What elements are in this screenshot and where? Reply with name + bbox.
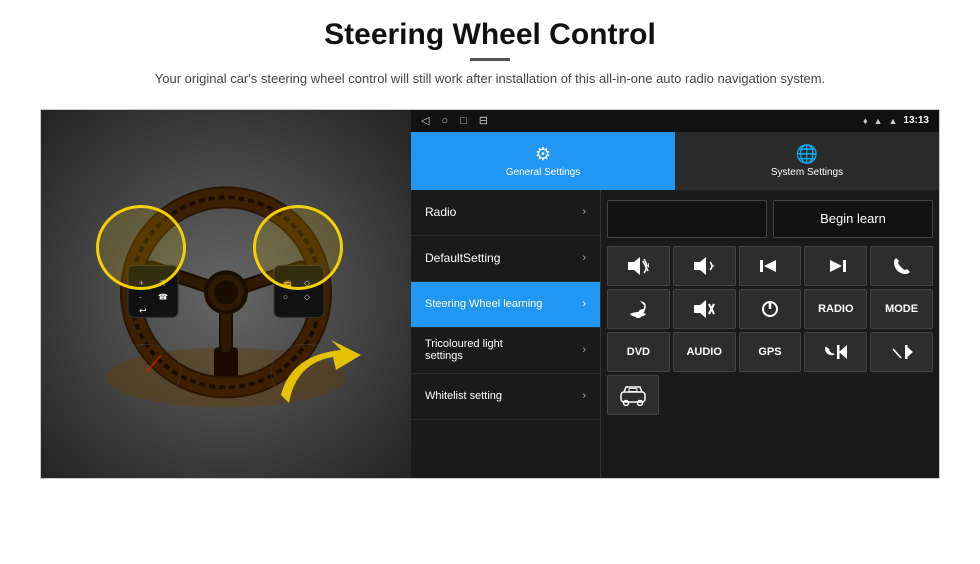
radio-empty-box [607, 200, 767, 238]
signal-icon: ▲ [874, 116, 883, 126]
home-icon[interactable]: ○ [441, 115, 448, 127]
menu-whitelist-label: Whitelist setting [425, 390, 502, 402]
menu-item-steering[interactable]: Steering Wheel learning › [411, 282, 600, 328]
controls-row-2: RADIO MODE [607, 289, 933, 329]
chevron-tricolour: › [582, 344, 586, 356]
svg-text:◇: ◇ [304, 292, 311, 301]
audio-button[interactable]: AUDIO [673, 332, 736, 372]
controls-grid: + - [607, 246, 933, 415]
globe-icon: 🌐 [796, 144, 818, 165]
arrow-overlay [271, 335, 371, 420]
svg-text:↩: ↩ [139, 305, 147, 315]
menu-steering-label: Steering Wheel learning [425, 298, 542, 310]
chevron-whitelist: › [582, 390, 586, 402]
highlight-circle-left [96, 205, 186, 290]
back-icon[interactable]: ◁ [421, 114, 429, 127]
skip-next-button[interactable] [870, 332, 933, 372]
tab-system-label: System Settings [771, 167, 843, 178]
mode-button-label: MODE [885, 303, 918, 315]
svg-text:○: ○ [283, 292, 288, 301]
location-icon: ♦ [863, 116, 868, 126]
page-subtitle: Your original car's steering wheel contr… [155, 69, 825, 89]
svg-text:+: + [646, 261, 649, 270]
vol-up-button[interactable]: + [607, 246, 670, 286]
settings-menu: Radio › DefaultSetting › Steering Wheel … [411, 190, 601, 478]
menu-tricolour-label: Tricoloured lightsettings [425, 338, 503, 362]
car-background: + 🎵 - ☎ ↩ 📻 ◇ ○ ◇ [41, 110, 411, 479]
page-wrapper: Steering Wheel Control Your original car… [0, 0, 980, 564]
page-title: Steering Wheel Control [155, 18, 825, 52]
vol-down-button[interactable]: - [673, 246, 736, 286]
chevron-steering: › [582, 298, 586, 310]
audio-button-label: AUDIO [686, 346, 721, 358]
power-button[interactable] [739, 289, 802, 329]
tab-bar: ⚙ General Settings 🌐 System Settings [411, 132, 939, 190]
highlight-circle-right [253, 205, 343, 290]
menu-radio-label: Radio [425, 205, 456, 219]
android-panel: ◁ ○ □ ⊟ ♦ ▲ ▲ 13:13 ⚙ General Settings [411, 110, 939, 478]
controls-row-4 [607, 375, 933, 415]
car-image-panel: + 🎵 - ☎ ↩ 📻 ◇ ○ ◇ [41, 110, 411, 479]
svg-text:☎: ☎ [158, 292, 168, 301]
gps-button[interactable]: GPS [739, 332, 802, 372]
svg-text:-: - [712, 261, 715, 270]
phone-prev-button[interactable] [804, 332, 867, 372]
title-section: Steering Wheel Control Your original car… [155, 18, 825, 101]
svg-text:-: - [139, 292, 142, 301]
recents-icon[interactable]: □ [460, 115, 467, 127]
title-divider [470, 58, 510, 61]
controls-row-1: + - [607, 246, 933, 286]
wifi-icon: ▲ [889, 116, 898, 126]
status-bar-right: ♦ ▲ ▲ 13:13 [863, 115, 929, 126]
mute-button[interactable] [673, 289, 736, 329]
menu-item-radio[interactable]: Radio › [411, 190, 600, 236]
controls-row-3: DVD AUDIO GPS [607, 332, 933, 372]
gear-icon: ⚙ [535, 144, 551, 165]
tab-system[interactable]: 🌐 System Settings [675, 132, 939, 190]
next-track-button[interactable] [804, 246, 867, 286]
radio-row: Begin learn [607, 196, 933, 242]
dvd-button[interactable]: DVD [607, 332, 670, 372]
chevron-radio: › [582, 206, 586, 218]
radio-button-label: RADIO [818, 303, 853, 315]
prev-track-button[interactable] [739, 246, 802, 286]
phone-hangup-button[interactable] [607, 289, 670, 329]
settings-area: Radio › DefaultSetting › Steering Wheel … [411, 190, 939, 478]
tab-general[interactable]: ⚙ General Settings [411, 132, 675, 190]
radio-button[interactable]: RADIO [804, 289, 867, 329]
dvd-button-label: DVD [627, 346, 650, 358]
content-area: + 🎵 - ☎ ↩ 📻 ◇ ○ ◇ [40, 109, 940, 479]
status-bar-left: ◁ ○ □ ⊟ [421, 114, 488, 127]
controls-panel: Begin learn + - [601, 190, 939, 478]
menu-item-tricolour[interactable]: Tricoloured lightsettings › [411, 328, 600, 374]
mode-button[interactable]: MODE [870, 289, 933, 329]
gps-button-label: GPS [758, 346, 781, 358]
tab-general-label: General Settings [506, 167, 581, 178]
time-display: 13:13 [903, 115, 929, 126]
phone-answer-button[interactable] [870, 246, 933, 286]
chevron-default: › [582, 252, 586, 264]
menu-icon[interactable]: ⊟ [479, 114, 488, 127]
menu-item-default[interactable]: DefaultSetting › [411, 236, 600, 282]
menu-default-label: DefaultSetting [425, 251, 500, 265]
car-settings-button[interactable] [607, 375, 659, 415]
menu-item-whitelist[interactable]: Whitelist setting › [411, 374, 600, 420]
status-bar: ◁ ○ □ ⊟ ♦ ▲ ▲ 13:13 [411, 110, 939, 132]
begin-learn-button[interactable]: Begin learn [773, 200, 933, 238]
